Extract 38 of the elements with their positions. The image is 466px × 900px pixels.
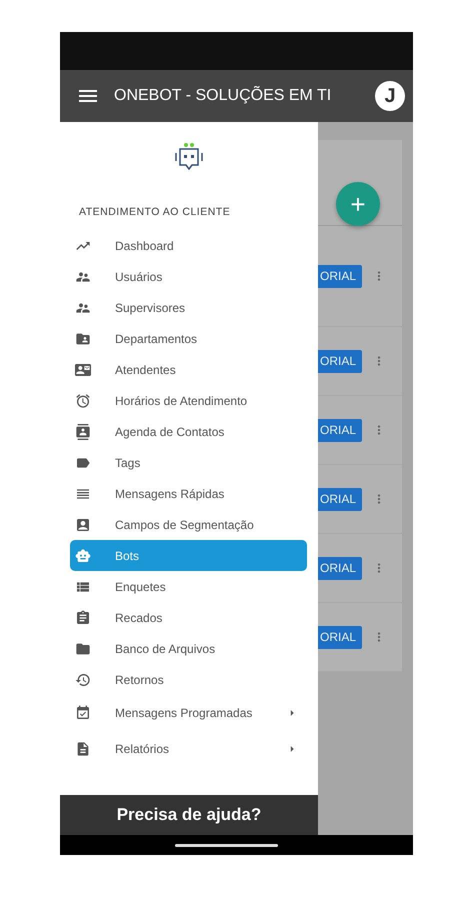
home-indicator[interactable]: [175, 844, 278, 846]
tutorial-button[interactable]: ORIAL: [318, 488, 362, 510]
menu-item[interactable]: Agenda de Contatos: [70, 416, 307, 447]
menu-item[interactable]: Enquetes: [70, 571, 307, 602]
menu-item[interactable]: Mensagens Programadas: [70, 695, 307, 731]
tutorial-button[interactable]: ORIAL: [318, 626, 362, 648]
folder-icon: [75, 640, 91, 656]
menu-item[interactable]: Atendentes: [70, 354, 307, 385]
person-card-icon: [75, 516, 91, 532]
history-icon: [75, 672, 91, 688]
robot-icon: [75, 548, 91, 564]
avatar[interactable]: J: [375, 81, 405, 111]
menu-item[interactable]: Banco de Arquivos: [70, 633, 307, 664]
tutorial-button[interactable]: ORIAL: [318, 556, 362, 580]
alarm-clock-icon: [75, 392, 91, 408]
menu-item[interactable]: Usuários: [70, 261, 307, 292]
menu-item[interactable]: Mensagens Rápidas: [70, 478, 307, 509]
contact-card-icon: [75, 362, 91, 378]
contacts-icon: [75, 424, 91, 440]
section-heading: ATENDIMENTO AO CLIENTE: [78, 205, 232, 220]
tutorial-button[interactable]: ORIAL: [318, 264, 362, 288]
menu-item[interactable]: Recados: [70, 602, 307, 633]
menu-item[interactable]: Tags: [70, 447, 307, 478]
menu-item[interactable]: Relatórios: [70, 731, 307, 767]
menu-item[interactable]: Departamentos: [70, 323, 307, 354]
menu-item[interactable]: Horários de Atendimento: [70, 385, 307, 416]
menu-item[interactable]: Retornos: [70, 664, 307, 695]
menu-item[interactable]: Dashboard: [70, 230, 307, 261]
menu-item[interactable]: Supervisores: [70, 292, 307, 323]
tutorial-button[interactable]: ORIAL: [318, 418, 362, 442]
folder-icon: [75, 330, 91, 346]
app-title: ONEBOT - SOLUÇÕES EM TI: [114, 87, 332, 105]
menu-item[interactable]: Campos de Segmentação: [70, 509, 307, 540]
calendar-icon: [75, 705, 91, 721]
tutorial-button[interactable]: ORIAL: [318, 350, 362, 372]
document-icon: [75, 741, 91, 757]
help-banner[interactable]: Precisa de ajuda?: [60, 795, 318, 835]
clipboard-icon: [75, 610, 91, 626]
